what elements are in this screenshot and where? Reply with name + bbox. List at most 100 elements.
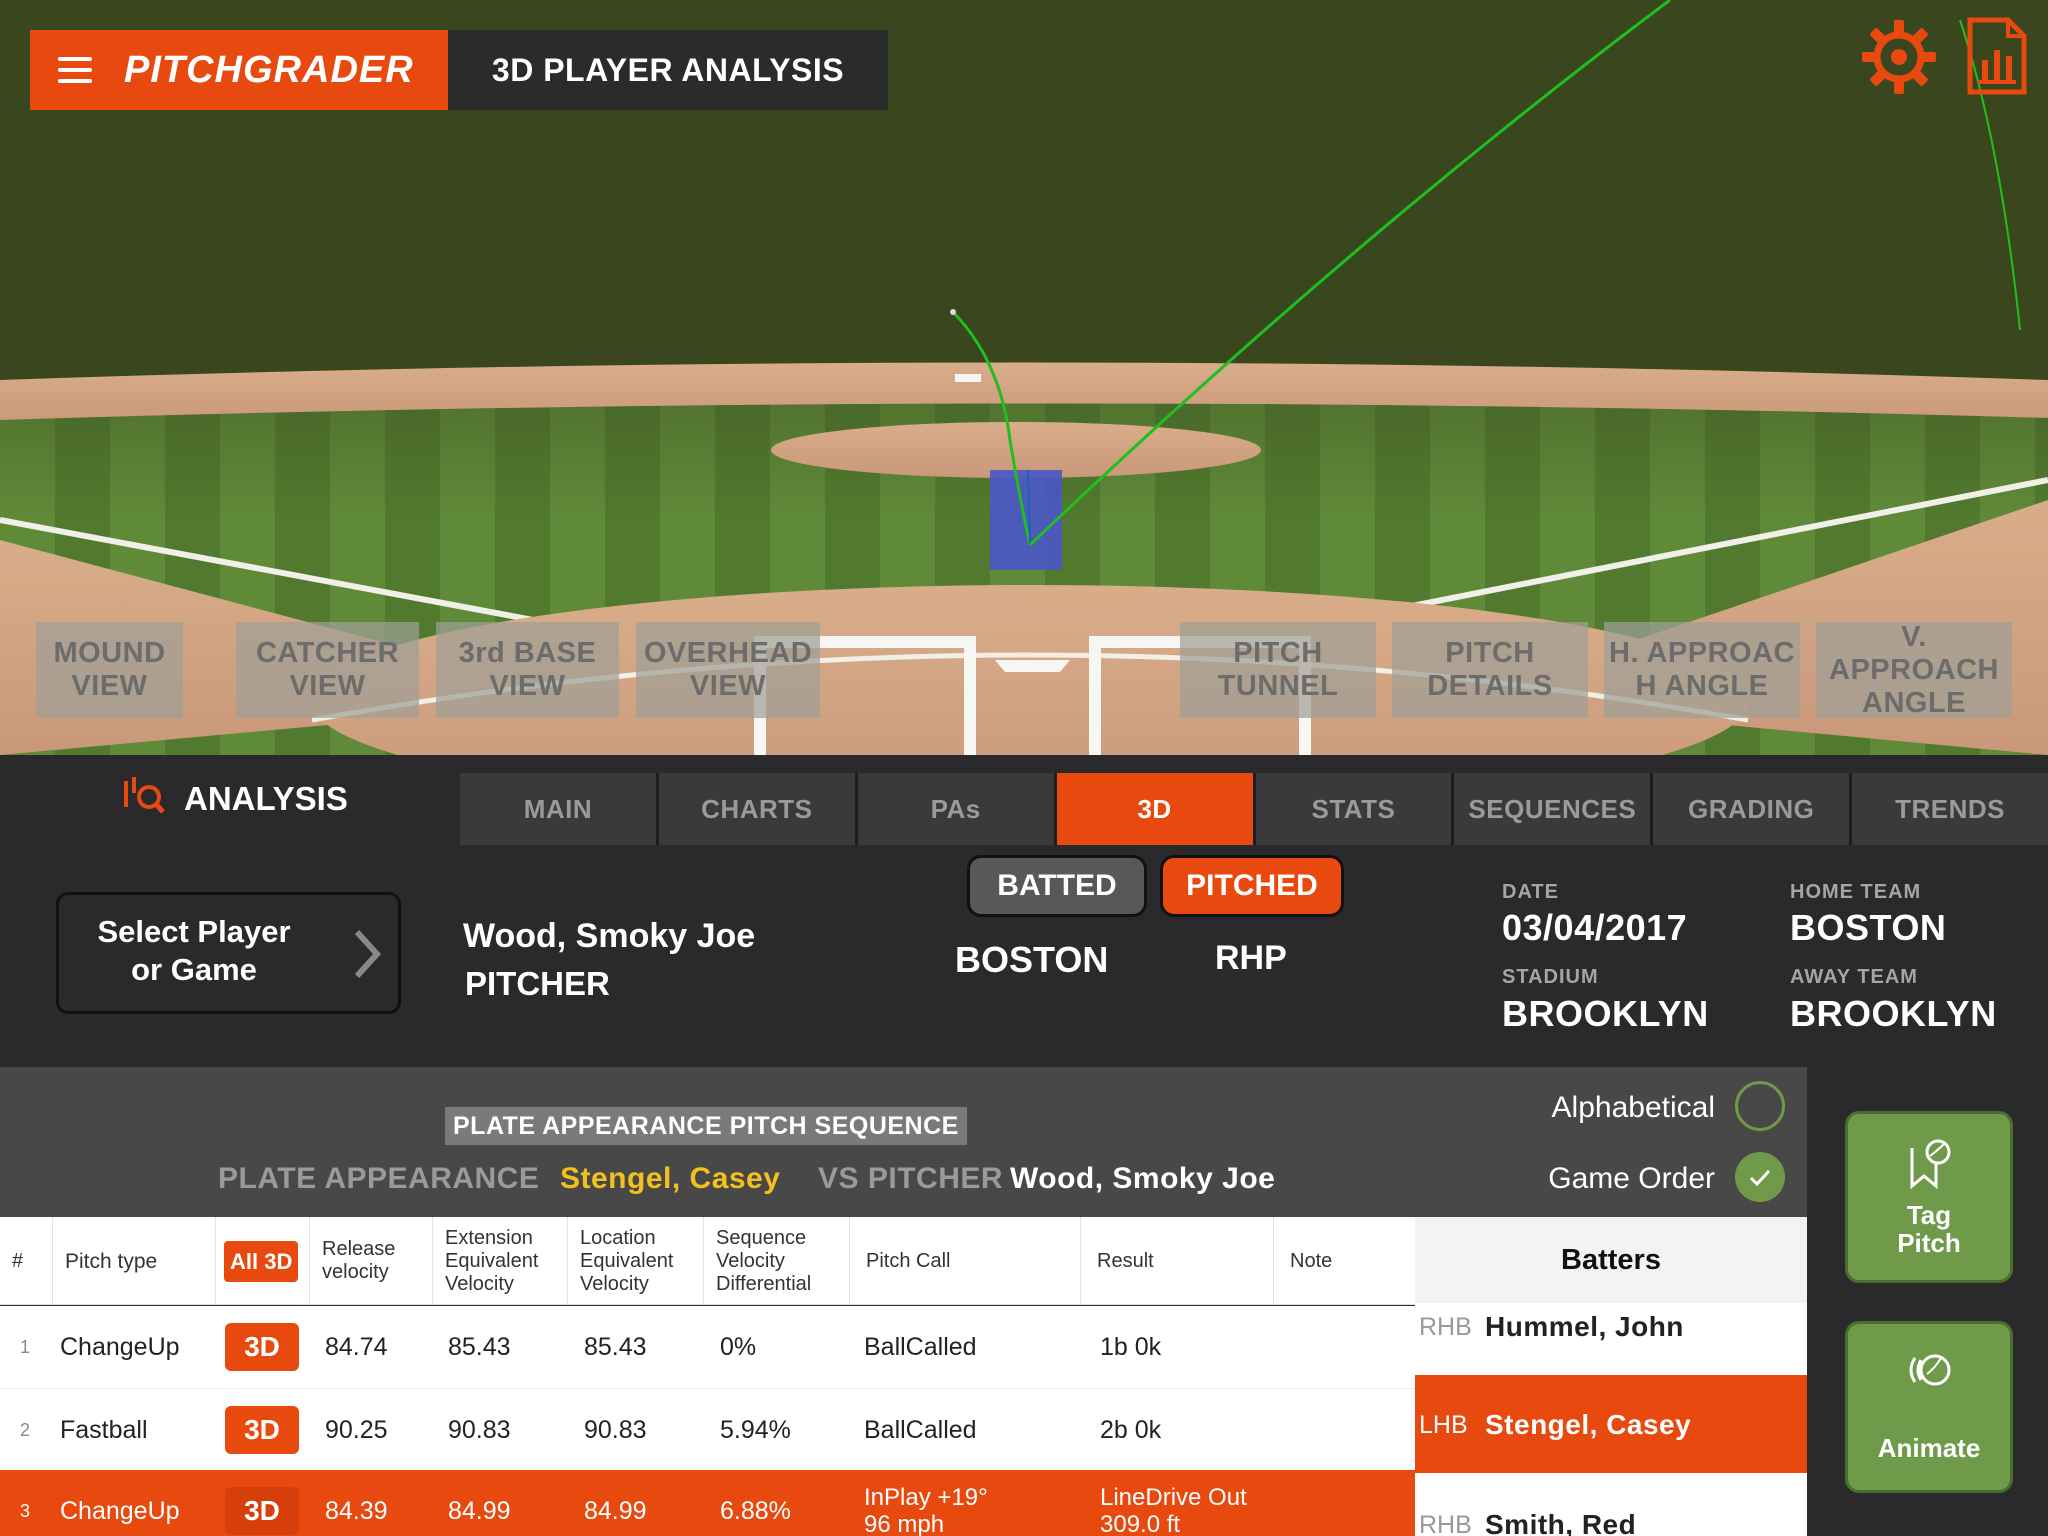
batter-hand: LHB	[1419, 1411, 1468, 1439]
app-root: PITCHGRADER 3D PLAYER ANALYSIS MOUND VIE…	[0, 0, 2048, 1536]
row-sequence: 0%	[720, 1332, 757, 1361]
away-team-label: AWAY TEAM	[1790, 966, 1918, 988]
vertical-approach-angle-button[interactable]: V. APPROACH ANGLE	[1816, 621, 2012, 719]
table-row-selected[interactable]: 3 ChangeUp 3D 84.39 84.99 84.99 6.88% In…	[0, 1470, 1415, 1536]
stadium-value: BROOKLYN	[1502, 993, 1709, 1034]
date-value: 03/04/2017	[1502, 907, 1688, 948]
col-extension-header: Extension Equivalent Velocity	[433, 1217, 568, 1305]
row-extension: 85.43	[448, 1332, 511, 1361]
row-3d-button[interactable]: 3D	[225, 1487, 299, 1535]
tag-pitch-button[interactable]: Tag Pitch	[1845, 1111, 2013, 1283]
col-pitch-call-header: Pitch Call	[850, 1217, 1081, 1305]
tab-grading[interactable]: GRADING	[1653, 773, 1850, 845]
row-3d-button[interactable]: 3D	[225, 1323, 299, 1371]
hamburger-menu-icon[interactable]	[58, 57, 92, 83]
tab-stats[interactable]: STATS	[1255, 773, 1452, 845]
table-row[interactable]: 1 ChangeUp 3D 84.74 85.43 85.43 0% BallC…	[0, 1306, 1415, 1388]
row-result: LineDrive Out 309.0 ft	[1100, 1484, 1247, 1536]
row-location: 84.99	[584, 1496, 647, 1525]
col-pitch-type-header: Pitch type	[53, 1217, 216, 1305]
row-pitch-call: InPlay +19° 96 mph	[864, 1484, 988, 1536]
pitch-details-button[interactable]: PITCH DETAILS	[1392, 622, 1588, 718]
col-location-header: Location Equivalent Velocity	[568, 1217, 704, 1305]
animate-button[interactable]: Animate	[1845, 1321, 2013, 1493]
stadium-label: STADIUM	[1502, 966, 1599, 988]
side-action-panel: Tag Pitch Animate	[1807, 1067, 2048, 1536]
checkmark-icon	[1749, 1169, 1771, 1187]
chevron-right-icon	[352, 927, 382, 986]
col-result-header: Result	[1081, 1217, 1274, 1305]
gear-icon[interactable]	[1858, 16, 1940, 103]
row-pitch-type: ChangeUp	[60, 1496, 180, 1525]
page-title: 3D PLAYER ANALYSIS	[448, 30, 888, 110]
all-3d-button[interactable]: All 3D	[224, 1240, 299, 1282]
tab-sequences[interactable]: SEQUENCES	[1454, 773, 1651, 845]
player-info-panel: Select Player or Game Wood, Smoky Joe PI…	[0, 845, 2048, 1067]
row-location: 90.83	[584, 1415, 647, 1444]
row-sequence: 5.94%	[720, 1415, 791, 1444]
field-3d-viewport[interactable]: PITCHGRADER 3D PLAYER ANALYSIS MOUND VIE…	[0, 0, 2048, 755]
analysis-header: ANALYSIS	[122, 775, 348, 823]
col-release-header: Release velocity	[310, 1217, 433, 1305]
alphabetical-radio[interactable]	[1735, 1081, 1785, 1131]
analysis-bar: ANALYSIS MAIN CHARTS PAs 3D STATS SEQUEN…	[0, 755, 2048, 845]
row-num: 2	[20, 1419, 31, 1440]
tab-charts[interactable]: CHARTS	[658, 773, 855, 845]
catcher-view-button[interactable]: CATCHER VIEW	[236, 622, 419, 718]
row-pitch-type: ChangeUp	[60, 1332, 180, 1361]
pa-batter-name: Stengel, Casey	[560, 1162, 781, 1195]
row-pitch-type: Fastball	[60, 1415, 148, 1444]
col-note-header: Note	[1290, 1249, 1333, 1272]
analysis-tabs: MAIN CHARTS PAs 3D STATS SEQUENCES GRADI…	[460, 773, 2048, 845]
row-3d-button[interactable]: 3D	[225, 1406, 299, 1454]
row-num: 1	[20, 1336, 31, 1357]
top-bar: PITCHGRADER 3D PLAYER ANALYSIS	[30, 30, 888, 110]
table-row[interactable]: 2 Fastball 3D 90.25 90.83 90.83 5.94% Ba…	[0, 1388, 1415, 1470]
tab-pas[interactable]: PAs	[857, 773, 1054, 845]
col-sequence-header: Sequence Velocity Differential	[704, 1217, 850, 1305]
select-player-button[interactable]: Select Player or Game	[56, 892, 401, 1014]
third-base-view-button[interactable]: 3rd BASE VIEW	[436, 622, 619, 718]
row-sequence: 6.88%	[720, 1496, 791, 1525]
row-num: 3	[20, 1500, 31, 1521]
batter-list-item-selected[interactable]: LHB Stengel, Casey	[1415, 1375, 1807, 1473]
player-handedness: RHP	[1215, 939, 1287, 977]
away-team-value: BROOKLYN	[1790, 993, 1997, 1034]
batter-name: Hummel, John	[1485, 1311, 1684, 1342]
pitch-tunnel-button[interactable]: PITCH TUNNEL	[1180, 622, 1376, 718]
batted-toggle[interactable]: BATTED	[967, 855, 1147, 917]
horizontal-approach-angle-button[interactable]: H. APPROAC H ANGLE	[1604, 622, 1800, 718]
brand-block[interactable]: PITCHGRADER	[30, 30, 448, 110]
row-location: 85.43	[584, 1332, 647, 1361]
tab-trends[interactable]: TRENDS	[1852, 773, 2048, 845]
batter-list-item[interactable]: RHB Hummel, John	[1415, 1303, 1807, 1375]
overhead-view-button[interactable]: OVERHEAD VIEW	[636, 622, 820, 718]
brand-logo: PITCHGRADER	[124, 48, 414, 91]
batter-order-options: Alphabetical Game Order	[1415, 1067, 1807, 1217]
game-order-label: Game Order	[1548, 1162, 1715, 1195]
player-team: BOSTON	[955, 939, 1109, 980]
game-order-radio[interactable]	[1735, 1152, 1785, 1202]
row-release: 90.25	[325, 1415, 388, 1444]
pa-pitcher-name: Wood, Smoky Joe	[1010, 1162, 1276, 1195]
pitch-table-header: # Pitch type All 3D Release velocity Ext…	[0, 1217, 1415, 1305]
pitched-toggle[interactable]: PITCHED	[1160, 855, 1344, 917]
mound-view-button[interactable]: MOUND VIEW	[36, 622, 183, 718]
row-pitch-call: BallCalled	[864, 1332, 977, 1361]
tag-pitch-label: Tag Pitch	[1897, 1200, 1961, 1258]
animate-icon	[1848, 1350, 2010, 1397]
report-icon[interactable]	[1966, 16, 2028, 101]
date-label: DATE	[1502, 881, 1559, 903]
batter-list-item[interactable]: RHB Smith, Red	[1415, 1473, 1807, 1536]
tab-3d[interactable]: 3D	[1056, 773, 1253, 845]
col-num-header: #	[0, 1217, 53, 1305]
row-extension: 84.99	[448, 1496, 511, 1525]
row-result: 2b 0k	[1100, 1415, 1162, 1444]
analysis-title: ANALYSIS	[184, 780, 348, 817]
tab-main[interactable]: MAIN	[460, 773, 656, 845]
batters-header: Batters	[1415, 1217, 1807, 1303]
analysis-icon	[122, 775, 166, 823]
home-team-value: BOSTON	[1790, 907, 1947, 948]
tag-pitch-icon	[1848, 1138, 2010, 1197]
animate-label: Animate	[1877, 1433, 1981, 1463]
